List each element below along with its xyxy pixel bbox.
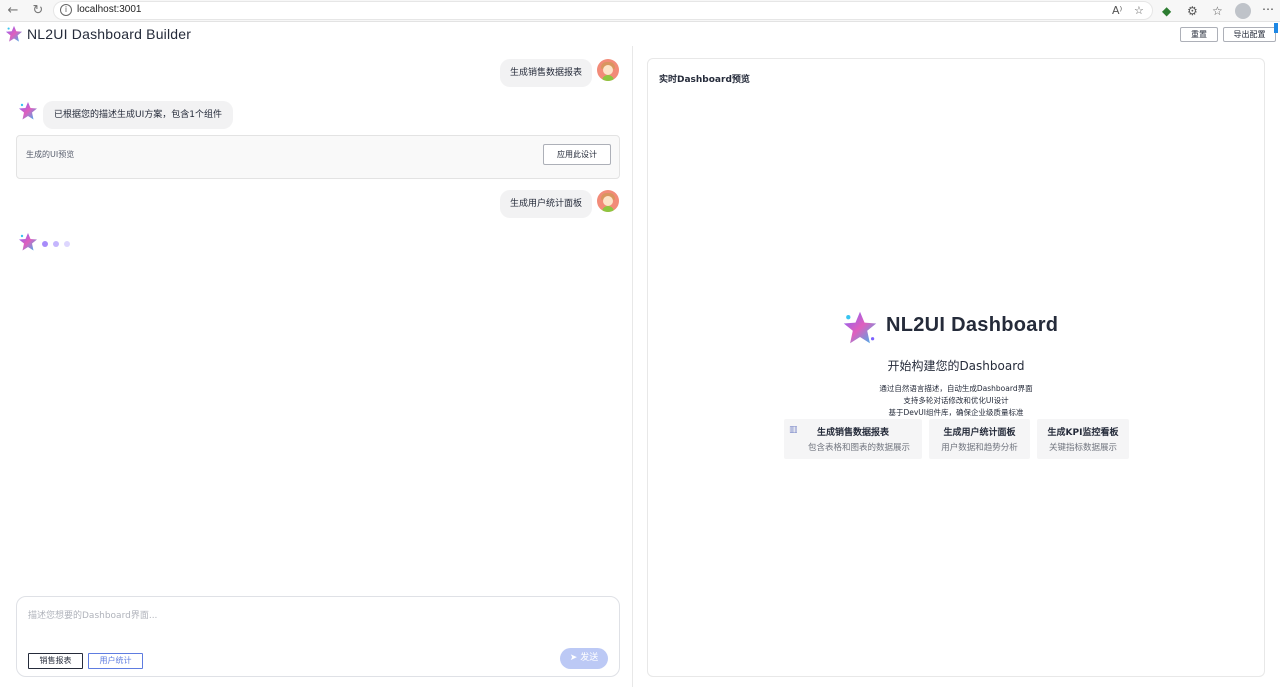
hero-logo-icon <box>843 311 877 344</box>
export-config-button[interactable]: 导出配置 <box>1223 27 1276 42</box>
quick-card-title: 生成销售数据报表 <box>816 428 889 438</box>
read-aloud-icon[interactable]: A⁾ <box>1112 4 1122 17</box>
favorite-star-icon[interactable]: ☆ <box>1134 4 1144 17</box>
typing-dot <box>64 241 70 247</box>
app-header: NL2UI Dashboard Builder 重置 导出配置 <box>0 23 1280 45</box>
hero-feature-line: 通过自然语言描述，自动生成Dashboard界面 <box>879 384 1033 393</box>
more-icon[interactable]: ⋯ <box>1262 2 1274 16</box>
quick-card-user-stats[interactable]: 生成用户统计面板 用户数据和趋势分析 <box>929 419 1030 459</box>
reload-icon[interactable]: ↻ <box>30 3 46 19</box>
quick-card-title: 生成KPI监控看板 <box>1047 428 1119 438</box>
hero-title: NL2UI Dashboard <box>886 314 1059 336</box>
user-message: 生成用户统计面板 <box>499 190 592 218</box>
chip-user-stats[interactable]: 用户统计 <box>88 653 143 669</box>
quick-card-desc: 关键指标数据展示 <box>1048 443 1117 453</box>
chip-sales-report[interactable]: 销售报表 <box>28 653 83 669</box>
address-bar[interactable]: i localhost:3001 A⁾ ☆ <box>53 1 1153 20</box>
url-text: localhost:3001 <box>77 4 142 15</box>
profile-icon[interactable] <box>1235 3 1251 19</box>
info-icon[interactable]: i <box>60 4 72 16</box>
reset-button[interactable]: 重置 <box>1180 27 1218 42</box>
logo-icon <box>5 25 23 42</box>
quick-card-desc: 用户数据和趋势分析 <box>941 443 1018 453</box>
scroll-indicator <box>1274 23 1278 33</box>
hero-subtitle: 开始构建您的Dashboard <box>887 359 1025 373</box>
message-input-box[interactable]: 描述您想要的Dashboard界面... 销售报表 用户统计 ➤ 发送 <box>16 596 620 677</box>
send-icon: ➤ <box>569 653 578 663</box>
apply-design-button[interactable]: 应用此设计 <box>543 144 611 165</box>
hero-feature-line: 支持多轮对话修改和优化UI设计 <box>903 396 1009 405</box>
chat-panel: 生成销售数据报表 已根据您的描述生成UI方案，包含1个组件 生成的UI预览 应用… <box>3 46 633 687</box>
preview-card-label: 生成的UI预览 <box>26 150 75 159</box>
ui-preview-card: 生成的UI预览 应用此设计 <box>16 135 620 179</box>
message-input[interactable]: 描述您想要的Dashboard界面... <box>28 608 157 621</box>
dashboard-preview-panel: 实时Dashboard预览 NL2UI Dashboard 开始构建您的Dash… <box>647 58 1265 677</box>
back-icon[interactable]: ← <box>5 3 21 19</box>
typing-dot <box>53 241 59 247</box>
puzzle-icon[interactable]: ⚙ <box>1187 3 1198 19</box>
favorites-icon[interactable]: ☆ <box>1212 3 1223 19</box>
send-label: 发送 <box>580 653 599 663</box>
bot-avatar-icon <box>19 233 37 251</box>
bot-avatar-icon <box>19 102 37 120</box>
app-title: NL2UI Dashboard Builder <box>27 26 192 42</box>
extension-icon[interactable]: ◆ <box>1162 3 1171 19</box>
browser-toolbar: ← ↻ i localhost:3001 A⁾ ☆ ◆ ⚙ ☆ ⋯ <box>0 0 1280 22</box>
bot-message: 已根据您的描述生成UI方案，包含1个组件 <box>43 101 233 129</box>
preview-title: 实时Dashboard预览 <box>659 75 750 85</box>
hero-feature-line: 基于DevUI组件库，确保企业级质量标准 <box>888 408 1024 417</box>
quick-card-desc: 包含表格和图表的数据展示 <box>807 443 910 453</box>
user-avatar <box>597 190 619 212</box>
typing-dot <box>42 241 48 247</box>
quick-card-kpi[interactable]: 生成KPI监控看板 关键指标数据展示 <box>1037 419 1129 459</box>
user-avatar <box>597 59 619 81</box>
quick-card-sales[interactable]: ▥ 生成销售数据报表 包含表格和图表的数据展示 <box>784 419 922 459</box>
quick-card-title: 生成用户统计面板 <box>943 428 1016 438</box>
user-message: 生成销售数据报表 <box>499 59 592 87</box>
send-button[interactable]: ➤ 发送 <box>560 648 608 669</box>
